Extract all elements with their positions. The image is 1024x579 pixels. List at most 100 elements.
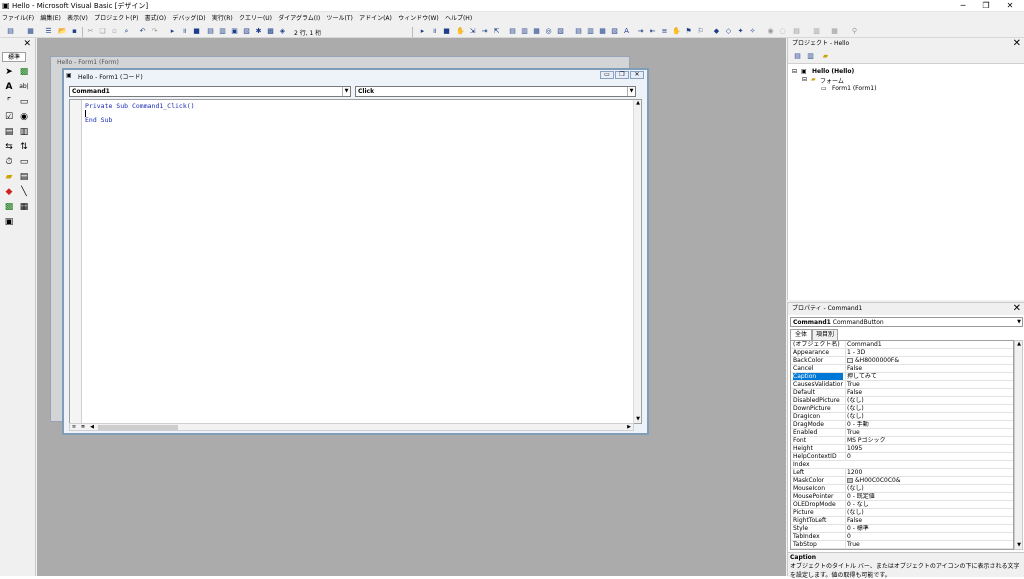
undo-icon[interactable]: ↶ bbox=[138, 27, 147, 36]
code-restore-icon[interactable]: ❐ bbox=[615, 71, 629, 79]
property-value[interactable]: True bbox=[845, 541, 1013, 548]
property-value[interactable]: 0 - 手動 bbox=[845, 421, 1013, 428]
property-value-wrap[interactable]: &H8000000F& bbox=[845, 357, 1013, 364]
drivelistbox-icon[interactable]: ▭ bbox=[18, 156, 30, 168]
checkbox-icon[interactable]: ☑ bbox=[3, 111, 15, 123]
quick-watch-icon[interactable]: ◎ bbox=[544, 27, 553, 36]
add-form-icon[interactable]: ▦ bbox=[26, 27, 35, 36]
debug-break-icon[interactable]: ॥ bbox=[430, 27, 439, 36]
make-same-size-icon[interactable]: ▧ bbox=[610, 27, 619, 36]
step-over-icon[interactable]: ⇥ bbox=[480, 27, 489, 36]
results-icon[interactable]: ▥ bbox=[812, 27, 821, 36]
procedure-combo[interactable]: Click ▼ bbox=[355, 86, 636, 97]
property-value[interactable]: 1 - 3D bbox=[845, 349, 1013, 356]
chevron-down-icon[interactable]: ▼ bbox=[1017, 318, 1021, 327]
data-view-icon[interactable]: ▩ bbox=[266, 27, 275, 36]
properties-window-icon[interactable]: ▥ bbox=[218, 27, 227, 36]
immediate-window-icon[interactable]: ▥ bbox=[520, 27, 529, 36]
outdent-icon[interactable]: ⇤ bbox=[648, 27, 657, 36]
menu-view[interactable]: 表示(V) bbox=[65, 12, 90, 26]
property-row[interactable]: Style 0 - 標準 bbox=[791, 525, 1013, 533]
bookmark-icon[interactable]: ⚑ bbox=[684, 27, 693, 36]
locals-window-icon[interactable]: ▤ bbox=[508, 27, 517, 36]
tab-alphabetic[interactable]: 全体 bbox=[790, 329, 812, 340]
debug-stop-icon[interactable]: ■ bbox=[442, 27, 451, 36]
code-minimize-icon[interactable]: ▭ bbox=[600, 71, 614, 79]
lock-icon[interactable]: ⚲ bbox=[850, 27, 859, 36]
property-row[interactable]: (オブジェクト名) Command1 bbox=[791, 341, 1013, 349]
property-row[interactable]: Cancel False bbox=[791, 365, 1013, 373]
property-row[interactable]: Caption 押してみて bbox=[791, 373, 1013, 381]
property-row[interactable]: Appearance 1 - 3D bbox=[791, 349, 1013, 357]
align-right-icon[interactable]: ▦ bbox=[598, 27, 607, 36]
pointer-icon[interactable]: ➤ bbox=[3, 66, 15, 78]
step-into-icon[interactable]: ⇲ bbox=[468, 27, 477, 36]
dirlistbox-icon[interactable]: ▰ bbox=[3, 171, 15, 183]
hand-icon[interactable]: ✋ bbox=[672, 27, 681, 36]
property-row[interactable]: Enabled True bbox=[791, 429, 1013, 437]
property-value[interactable]: 押してみて bbox=[845, 373, 1013, 380]
vscrollbar-icon[interactable]: ⇅ bbox=[18, 141, 30, 153]
property-row[interactable]: Index bbox=[791, 461, 1013, 469]
scroll-right-icon[interactable]: ▶ bbox=[625, 424, 633, 431]
property-row[interactable]: DragMode 0 - 手動 bbox=[791, 421, 1013, 429]
property-row[interactable]: BackColor &H8000000F& bbox=[791, 357, 1013, 365]
property-value[interactable]: True bbox=[845, 429, 1013, 436]
property-row[interactable]: MouseIcon (なし) bbox=[791, 485, 1013, 493]
property-value[interactable]: (なし) bbox=[845, 509, 1013, 516]
tree-form1[interactable]: Form1 (Form1) bbox=[832, 85, 876, 92]
close-icon[interactable]: ✕ bbox=[999, 0, 1021, 12]
stop-icon[interactable]: ■ bbox=[192, 27, 201, 36]
property-row[interactable]: Default False bbox=[791, 389, 1013, 397]
property-value[interactable]: Command1 bbox=[845, 341, 1013, 348]
scroll-down-icon[interactable]: ▼ bbox=[634, 416, 642, 423]
tab-categorized[interactable]: 項目別 bbox=[812, 329, 838, 340]
menu-run[interactable]: 実行(R) bbox=[210, 12, 235, 26]
line-icon[interactable]: ╲ bbox=[18, 186, 30, 198]
sql-icon[interactable]: ◌ bbox=[778, 27, 787, 36]
menu-query[interactable]: クエリー(U) bbox=[237, 12, 274, 26]
property-row[interactable]: DisabledPicture (なし) bbox=[791, 397, 1013, 405]
property-row[interactable]: HelpContextID 0 bbox=[791, 453, 1013, 461]
hscrollbar-icon[interactable]: ⇆ bbox=[3, 141, 15, 153]
toolbox-icon[interactable]: ✱ bbox=[254, 27, 263, 36]
verify-icon[interactable]: ▦ bbox=[830, 27, 839, 36]
horizontal-scrollbar[interactable]: ≡ ≣ ◀ ▶ bbox=[69, 423, 634, 431]
property-value[interactable]: True bbox=[845, 381, 1013, 388]
textbox-icon[interactable]: ab| bbox=[18, 81, 30, 93]
menu-help[interactable]: ヘルプ(H) bbox=[443, 12, 474, 26]
property-value[interactable]: (なし) bbox=[845, 397, 1013, 404]
step-out-icon[interactable]: ⇱ bbox=[492, 27, 501, 36]
property-scrollbar[interactable]: ▲ ▼ bbox=[1014, 340, 1023, 550]
property-value[interactable]: 0 bbox=[845, 453, 1013, 460]
properties-close-icon[interactable]: ✕ bbox=[1013, 303, 1021, 315]
toolbox-tab-general[interactable]: 標準 bbox=[2, 52, 26, 62]
object-combo[interactable]: Command1 ▼ bbox=[69, 86, 351, 97]
chevron-down-icon[interactable]: ▼ bbox=[342, 87, 350, 96]
property-row[interactable]: RightToLeft False bbox=[791, 517, 1013, 525]
chevron-down-icon[interactable]: ▼ bbox=[627, 87, 635, 96]
property-row[interactable]: Height 1095 bbox=[791, 445, 1013, 453]
property-row[interactable]: Font MS Pゴシック bbox=[791, 437, 1013, 445]
property-value[interactable]: 0 - 標準 bbox=[845, 525, 1013, 532]
break-icon[interactable]: ॥ bbox=[180, 27, 189, 36]
view-object-icon[interactable]: ▥ bbox=[806, 52, 815, 61]
tree-toggle-root[interactable]: ⊟ bbox=[792, 68, 797, 75]
shape-icon[interactable]: ◆ bbox=[3, 186, 15, 198]
scroll-left-icon[interactable]: ◀ bbox=[88, 424, 96, 431]
property-row[interactable]: OLEDropMode 0 - なし bbox=[791, 501, 1013, 509]
call-stack-icon[interactable]: ▧ bbox=[556, 27, 565, 36]
menu-diagram[interactable]: ダイアグラム(I) bbox=[276, 12, 322, 26]
filelistbox-icon[interactable]: ▤ bbox=[18, 171, 30, 183]
optionbutton-icon[interactable]: ◉ bbox=[18, 111, 30, 123]
menu-project[interactable]: プロジェクト(P) bbox=[92, 12, 140, 26]
scroll-up-icon[interactable]: ▲ bbox=[1015, 341, 1023, 348]
timer-icon[interactable]: ⏱ bbox=[3, 156, 15, 168]
toggle-breakpoint-icon[interactable]: ✋ bbox=[456, 27, 465, 36]
property-value[interactable]: MS Pゴシック bbox=[845, 437, 1013, 444]
menu-debug[interactable]: デバッグ(D) bbox=[170, 12, 207, 26]
debug-start-icon[interactable]: ▸ bbox=[418, 27, 427, 36]
margin-indicator-bar[interactable] bbox=[70, 100, 82, 423]
property-value[interactable]: 0 - 既定値 bbox=[845, 493, 1013, 500]
combobox-icon[interactable]: ▤ bbox=[3, 126, 15, 138]
